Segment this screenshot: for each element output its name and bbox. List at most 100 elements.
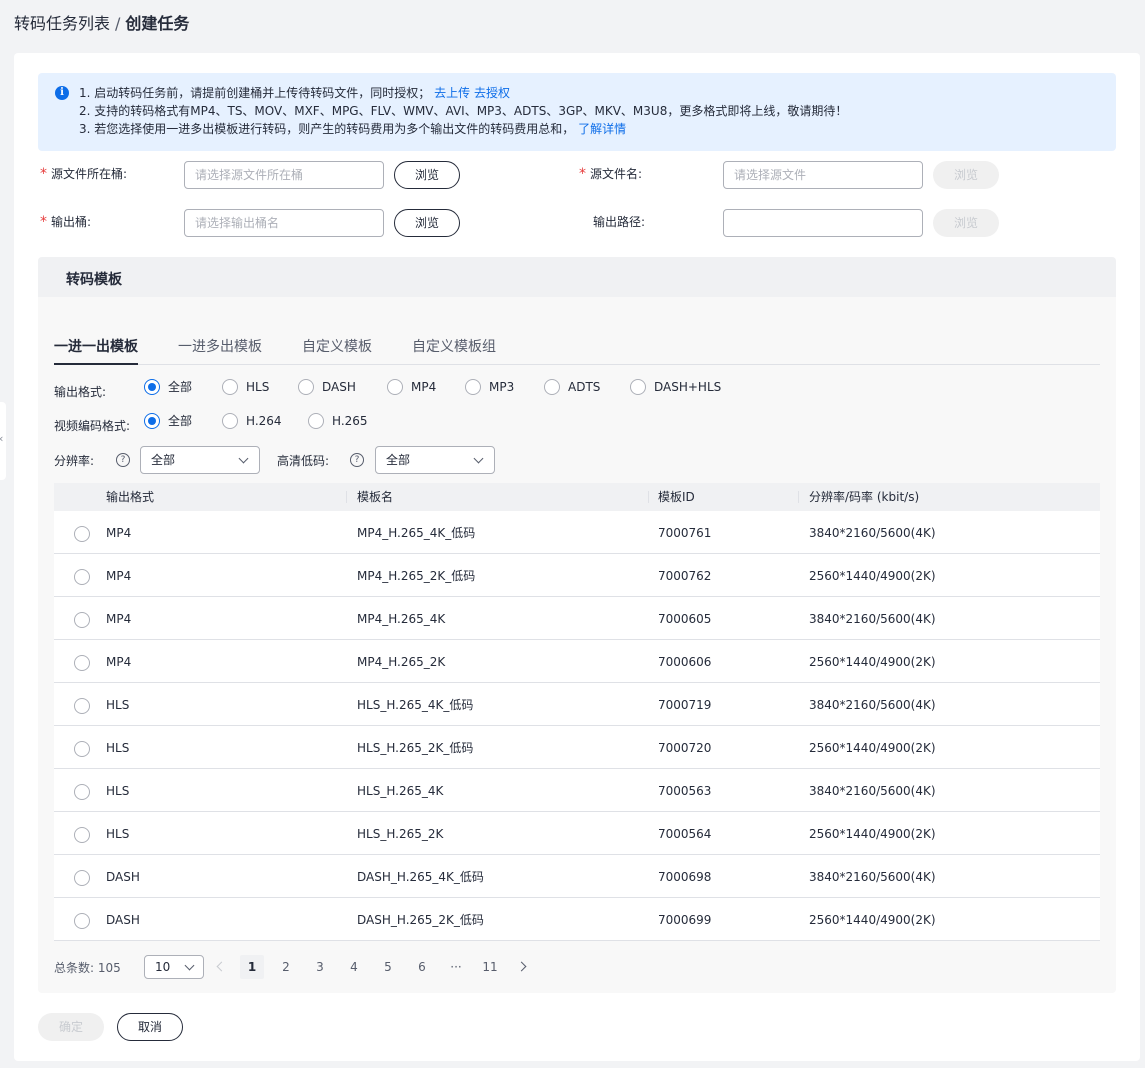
page-title: 创建任务 [125, 14, 190, 33]
output-format-radio-all[interactable]: 全部 [144, 379, 192, 395]
cell-output-format: MP4 [106, 612, 132, 626]
breadcrumb: 转码任务列表 / 创建任务 [14, 13, 189, 35]
column-header-output-format: 输出格式 [106, 490, 155, 504]
output-bucket-label: * 输出桶: [40, 214, 92, 230]
page-button-2[interactable]: 2 [274, 955, 298, 979]
output-format-radio-hls[interactable]: HLS [222, 379, 269, 395]
cell-output-format: HLS [106, 698, 130, 712]
collapse-sidebar-handle[interactable]: ‹ [0, 402, 6, 480]
tab-single-output[interactable]: 一进一出模板 [54, 337, 138, 365]
page-button-3[interactable]: 3 [308, 955, 332, 979]
table-row[interactable]: MP4 MP4_H.265_2K_低码 7000762 2560*1440/4900(… [54, 554, 1100, 597]
output-format-radio-adts[interactable]: ADTS [544, 379, 600, 395]
cell-resolution-bitrate: 2560*1440/4900(2K) [809, 827, 936, 841]
cell-template-id: 7000719 [658, 698, 712, 712]
table-row[interactable]: DASH DASH_H.265_4K_低码 7000698 3840*2160/560… [54, 855, 1100, 898]
row-select-radio[interactable] [74, 612, 90, 628]
output-path-label: 输出路径: [593, 215, 646, 229]
breadcrumb-parent-link[interactable]: 转码任务列表 [14, 14, 110, 33]
page-button-11[interactable]: 11 [478, 955, 502, 979]
row-select-radio[interactable] [74, 827, 90, 843]
info-icon: i [55, 86, 69, 100]
source-file-browse-button[interactable]: 浏览 [933, 161, 999, 189]
page-size-select[interactable]: 10 [144, 955, 204, 979]
template-tabs: 一进一出模板 一进多出模板 自定义模板 自定义模板组 [54, 337, 1100, 365]
page-button-4[interactable]: 4 [342, 955, 366, 979]
cancel-button[interactable]: 取消 [117, 1013, 183, 1041]
video-codec-radio-all[interactable]: 全部 [144, 413, 192, 429]
tab-multi-output[interactable]: 一进多出模板 [178, 337, 262, 357]
row-select-radio[interactable] [74, 741, 90, 757]
confirm-button[interactable]: 确定 [38, 1013, 104, 1041]
video-codec-radio-h264[interactable]: H.264 [222, 413, 282, 429]
hd-low-bitrate-help-icon[interactable]: ? [350, 453, 364, 467]
cell-resolution-bitrate: 2560*1440/4900(2K) [809, 655, 936, 669]
row-select-radio[interactable] [74, 698, 90, 714]
cell-resolution-bitrate: 2560*1440/4900(2K) [809, 741, 936, 755]
cell-resolution-bitrate: 3840*2160/5600(4K) [809, 784, 936, 798]
row-select-radio[interactable] [74, 569, 90, 585]
resolution-select[interactable]: 全部 [140, 446, 260, 474]
row-select-radio[interactable] [74, 784, 90, 800]
resolution-help-icon[interactable]: ? [116, 453, 130, 467]
cell-template-id: 7000762 [658, 569, 712, 583]
output-format-radio-mp4[interactable]: MP4 [387, 379, 436, 395]
row-select-radio[interactable] [74, 526, 90, 542]
cell-template-name: MP4_H.265_4K_低码 [357, 526, 476, 540]
source-bucket-browse-button[interactable]: 浏览 [394, 161, 460, 189]
go-upload-link[interactable]: 去上传 [434, 86, 470, 100]
next-page-icon[interactable] [516, 961, 527, 972]
cell-resolution-bitrate: 3840*2160/5600(4K) [809, 526, 936, 540]
output-bucket-browse-button[interactable]: 浏览 [394, 209, 460, 237]
table-row[interactable]: HLS HLS_H.265_4K 7000563 3840*2160/5600(4K) [54, 769, 1100, 812]
cell-template-id: 7000699 [658, 913, 712, 927]
table-row[interactable]: MP4 MP4_H.265_2K 7000606 2560*1440/4900(2K) [54, 640, 1100, 683]
table-row[interactable]: MP4 MP4_H.265_4K 7000605 3840*2160/5600(4K) [54, 597, 1100, 640]
table-row[interactable]: MP4 MP4_H.265_4K_低码 7000761 3840*2160/5600(… [54, 511, 1100, 554]
go-authorize-link[interactable]: 去授权 [474, 86, 510, 100]
cell-template-id: 7000605 [658, 612, 712, 626]
cell-resolution-bitrate: 3840*2160/5600(4K) [809, 698, 936, 712]
row-select-radio[interactable] [74, 913, 90, 929]
table-row[interactable]: HLS HLS_H.265_4K_低码 7000719 3840*2160/5600(… [54, 683, 1100, 726]
cell-resolution-bitrate: 3840*2160/5600(4K) [809, 870, 936, 884]
video-codec-radio-h265[interactable]: H.265 [308, 413, 368, 429]
hd-low-bitrate-select[interactable]: 全部 [375, 446, 495, 474]
notice-banner: i 1. 启动转码任务前，请提前创建桶并上传待转码文件，同时授权； 去上传 去授… [38, 73, 1116, 151]
source-file-input[interactable] [723, 161, 923, 189]
output-format-radio-mp3[interactable]: MP3 [465, 379, 514, 395]
prev-page-icon[interactable] [216, 961, 227, 972]
output-path-input[interactable] [723, 209, 923, 237]
page-button-6[interactable]: 6 [410, 955, 434, 979]
output-format-radio-dash-hls[interactable]: DASH+HLS [630, 379, 721, 395]
page-button-1[interactable]: 1 [240, 955, 264, 979]
row-select-radio[interactable] [74, 655, 90, 671]
cell-template-id: 7000564 [658, 827, 712, 841]
column-header-template-name: 模板名 [357, 490, 394, 504]
table-row[interactable]: HLS HLS_H.265_2K_低码 7000720 2560*1440/4900(… [54, 726, 1100, 769]
source-bucket-input[interactable] [184, 161, 384, 189]
table-row[interactable]: DASH DASH_H.265_2K_低码 7000699 2560*1440/490… [54, 898, 1100, 941]
cell-template-name: DASH_H.265_4K_低码 [357, 870, 484, 884]
table-row[interactable]: HLS HLS_H.265_2K 7000564 2560*1440/4900(2K) [54, 812, 1100, 855]
cell-output-format: DASH [106, 870, 140, 884]
chevron-down-icon [184, 960, 195, 971]
cell-output-format: HLS [106, 827, 130, 841]
tab-custom-template-group[interactable]: 自定义模板组 [412, 337, 496, 357]
breadcrumb-separator: / [115, 14, 121, 33]
cell-template-id: 7000761 [658, 526, 712, 540]
page-button-5[interactable]: 5 [376, 955, 400, 979]
cell-template-name: MP4_H.265_4K [357, 612, 446, 626]
tab-custom-template[interactable]: 自定义模板 [302, 337, 372, 357]
cell-output-format: MP4 [106, 526, 132, 540]
cell-template-name: HLS_H.265_2K_低码 [357, 741, 474, 755]
output-bucket-input[interactable] [184, 209, 384, 237]
video-codec-label: 视频编码格式: [54, 419, 131, 433]
output-format-radio-dash[interactable]: DASH [298, 379, 356, 395]
create-task-card: i 1. 启动转码任务前，请提前创建桶并上传待转码文件，同时授权； 去上传 去授… [14, 53, 1140, 1061]
learn-more-link[interactable]: 了解详情 [578, 122, 626, 136]
page-ellipsis[interactable]: ··· [444, 955, 468, 979]
row-select-radio[interactable] [74, 870, 90, 886]
cell-output-format: DASH [106, 913, 140, 927]
output-path-browse-button[interactable]: 浏览 [933, 209, 999, 237]
